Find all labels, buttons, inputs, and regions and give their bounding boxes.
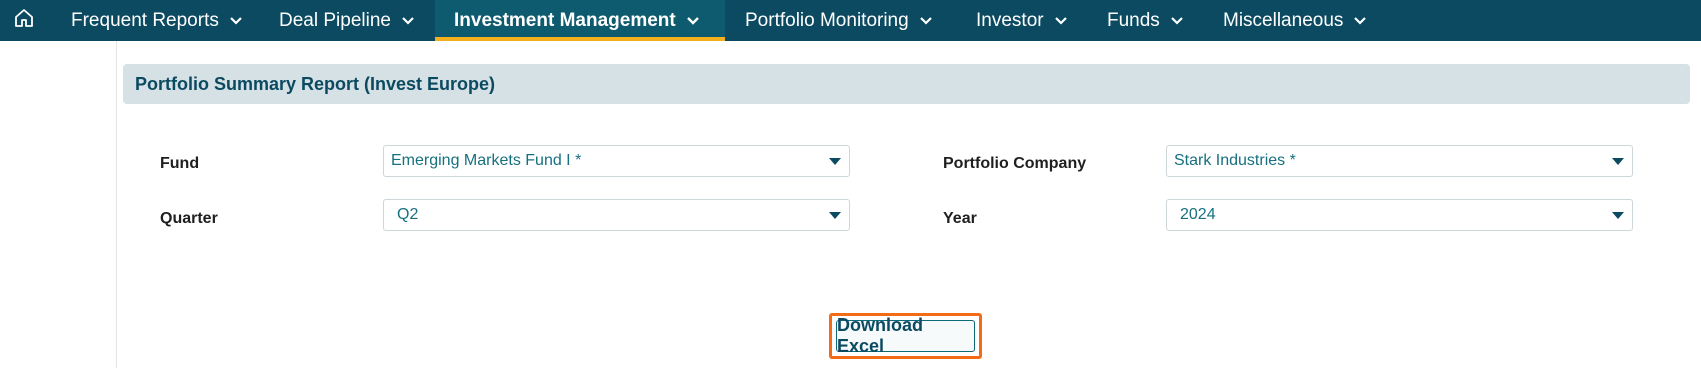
portfolio-company-select[interactable]: Stark Industries * bbox=[1166, 145, 1633, 177]
chevron-down-icon bbox=[1170, 16, 1184, 26]
portfolio-company-select-value: Stark Industries * bbox=[1174, 152, 1296, 169]
nav-item-frequent-reports[interactable]: Frequent Reports bbox=[71, 0, 243, 41]
caret-down-icon bbox=[1612, 158, 1624, 165]
quarter-select[interactable]: Q2 bbox=[383, 199, 850, 231]
nav-item-deal-pipeline[interactable]: Deal Pipeline bbox=[279, 0, 415, 41]
top-navigation-bar: Frequent Reports Deal Pipeline Investmen… bbox=[0, 0, 1701, 41]
chevron-down-icon bbox=[1353, 16, 1367, 26]
fund-label: Fund bbox=[160, 155, 200, 172]
year-select[interactable]: 2024 bbox=[1166, 199, 1633, 231]
nav-item-label: Investment Management bbox=[454, 9, 676, 31]
quarter-select-value: Q2 bbox=[397, 206, 419, 223]
chevron-down-icon bbox=[686, 16, 700, 26]
nav-item-investment-management[interactable]: Investment Management bbox=[435, 0, 725, 41]
nav-item-label: Investor bbox=[976, 9, 1044, 31]
quarter-label: Quarter bbox=[160, 210, 218, 227]
portfolio-company-label: Portfolio Company bbox=[943, 155, 1087, 172]
fund-select-value: Emerging Markets Fund I * bbox=[391, 152, 582, 169]
nav-item-label: Frequent Reports bbox=[71, 9, 219, 31]
year-select-value: 2024 bbox=[1180, 206, 1216, 223]
caret-down-icon bbox=[829, 158, 841, 165]
chevron-down-icon bbox=[919, 16, 933, 26]
nav-item-label: Miscellaneous bbox=[1223, 9, 1344, 31]
nav-item-funds[interactable]: Funds bbox=[1107, 0, 1184, 41]
fund-select[interactable]: Emerging Markets Fund I * bbox=[383, 145, 850, 177]
report-title: Portfolio Summary Report (Invest Europe) bbox=[135, 74, 496, 94]
nav-item-label: Portfolio Monitoring bbox=[745, 9, 909, 31]
caret-down-icon bbox=[829, 212, 841, 219]
nav-item-label: Funds bbox=[1107, 9, 1160, 31]
year-label: Year bbox=[943, 210, 977, 227]
home-icon bbox=[13, 7, 35, 34]
chevron-down-icon bbox=[1054, 16, 1068, 26]
nav-item-miscellaneous[interactable]: Miscellaneous bbox=[1223, 0, 1367, 41]
download-excel-button[interactable]: Download Excel bbox=[836, 315, 975, 356]
home-button[interactable] bbox=[0, 0, 48, 41]
download-excel-highlight: Download Excel bbox=[829, 313, 982, 359]
caret-down-icon bbox=[1612, 212, 1624, 219]
nav-item-investor[interactable]: Investor bbox=[976, 0, 1068, 41]
report-header: Portfolio Summary Report (Invest Europe) bbox=[123, 64, 1690, 104]
chevron-down-icon bbox=[401, 16, 415, 26]
chevron-down-icon bbox=[229, 16, 243, 26]
nav-item-portfolio-monitoring[interactable]: Portfolio Monitoring bbox=[745, 0, 933, 41]
nav-item-label: Deal Pipeline bbox=[279, 9, 391, 31]
